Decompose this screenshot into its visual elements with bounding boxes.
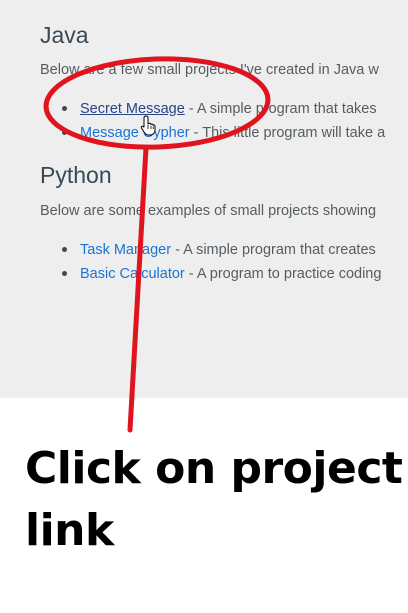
project-description: - This little program will take a bbox=[189, 125, 386, 141]
python-description: Below are some examples of small project… bbox=[40, 203, 377, 219]
project-description: - A simple program that takes bbox=[184, 101, 377, 117]
list-item: Message Cypher - This little program wil… bbox=[40, 121, 385, 145]
bullet-icon bbox=[62, 130, 67, 135]
task-manager-link[interactable]: Task Manager bbox=[80, 242, 171, 258]
project-description: - A program to practice coding bbox=[184, 266, 382, 282]
list-item: Task Manager - A simple program that cre… bbox=[40, 238, 381, 262]
bullet-icon bbox=[62, 106, 67, 111]
bullet-icon bbox=[62, 247, 67, 252]
java-project-list: Secret Message - A simple program that t… bbox=[40, 97, 385, 145]
message-cypher-link[interactable]: Message Cypher bbox=[80, 125, 190, 141]
webpage-screenshot: Java Below are a few small projects I've… bbox=[0, 0, 408, 398]
secret-message-link[interactable]: Secret Message bbox=[80, 101, 185, 117]
instruction-caption: Click on project link bbox=[25, 443, 403, 556]
python-project-list: Task Manager - A simple program that cre… bbox=[40, 238, 381, 286]
bullet-icon bbox=[62, 271, 67, 276]
basic-calculator-link[interactable]: Basic Calculator bbox=[80, 266, 185, 282]
list-item: Basic Calculator - A program to practice… bbox=[40, 262, 381, 286]
list-item: Secret Message - A simple program that t… bbox=[40, 97, 385, 121]
project-description: - A simple program that creates bbox=[171, 242, 376, 258]
java-description: Below are a few small projects I've crea… bbox=[40, 62, 379, 78]
python-heading: Python bbox=[40, 162, 112, 188]
java-heading: Java bbox=[40, 22, 89, 48]
